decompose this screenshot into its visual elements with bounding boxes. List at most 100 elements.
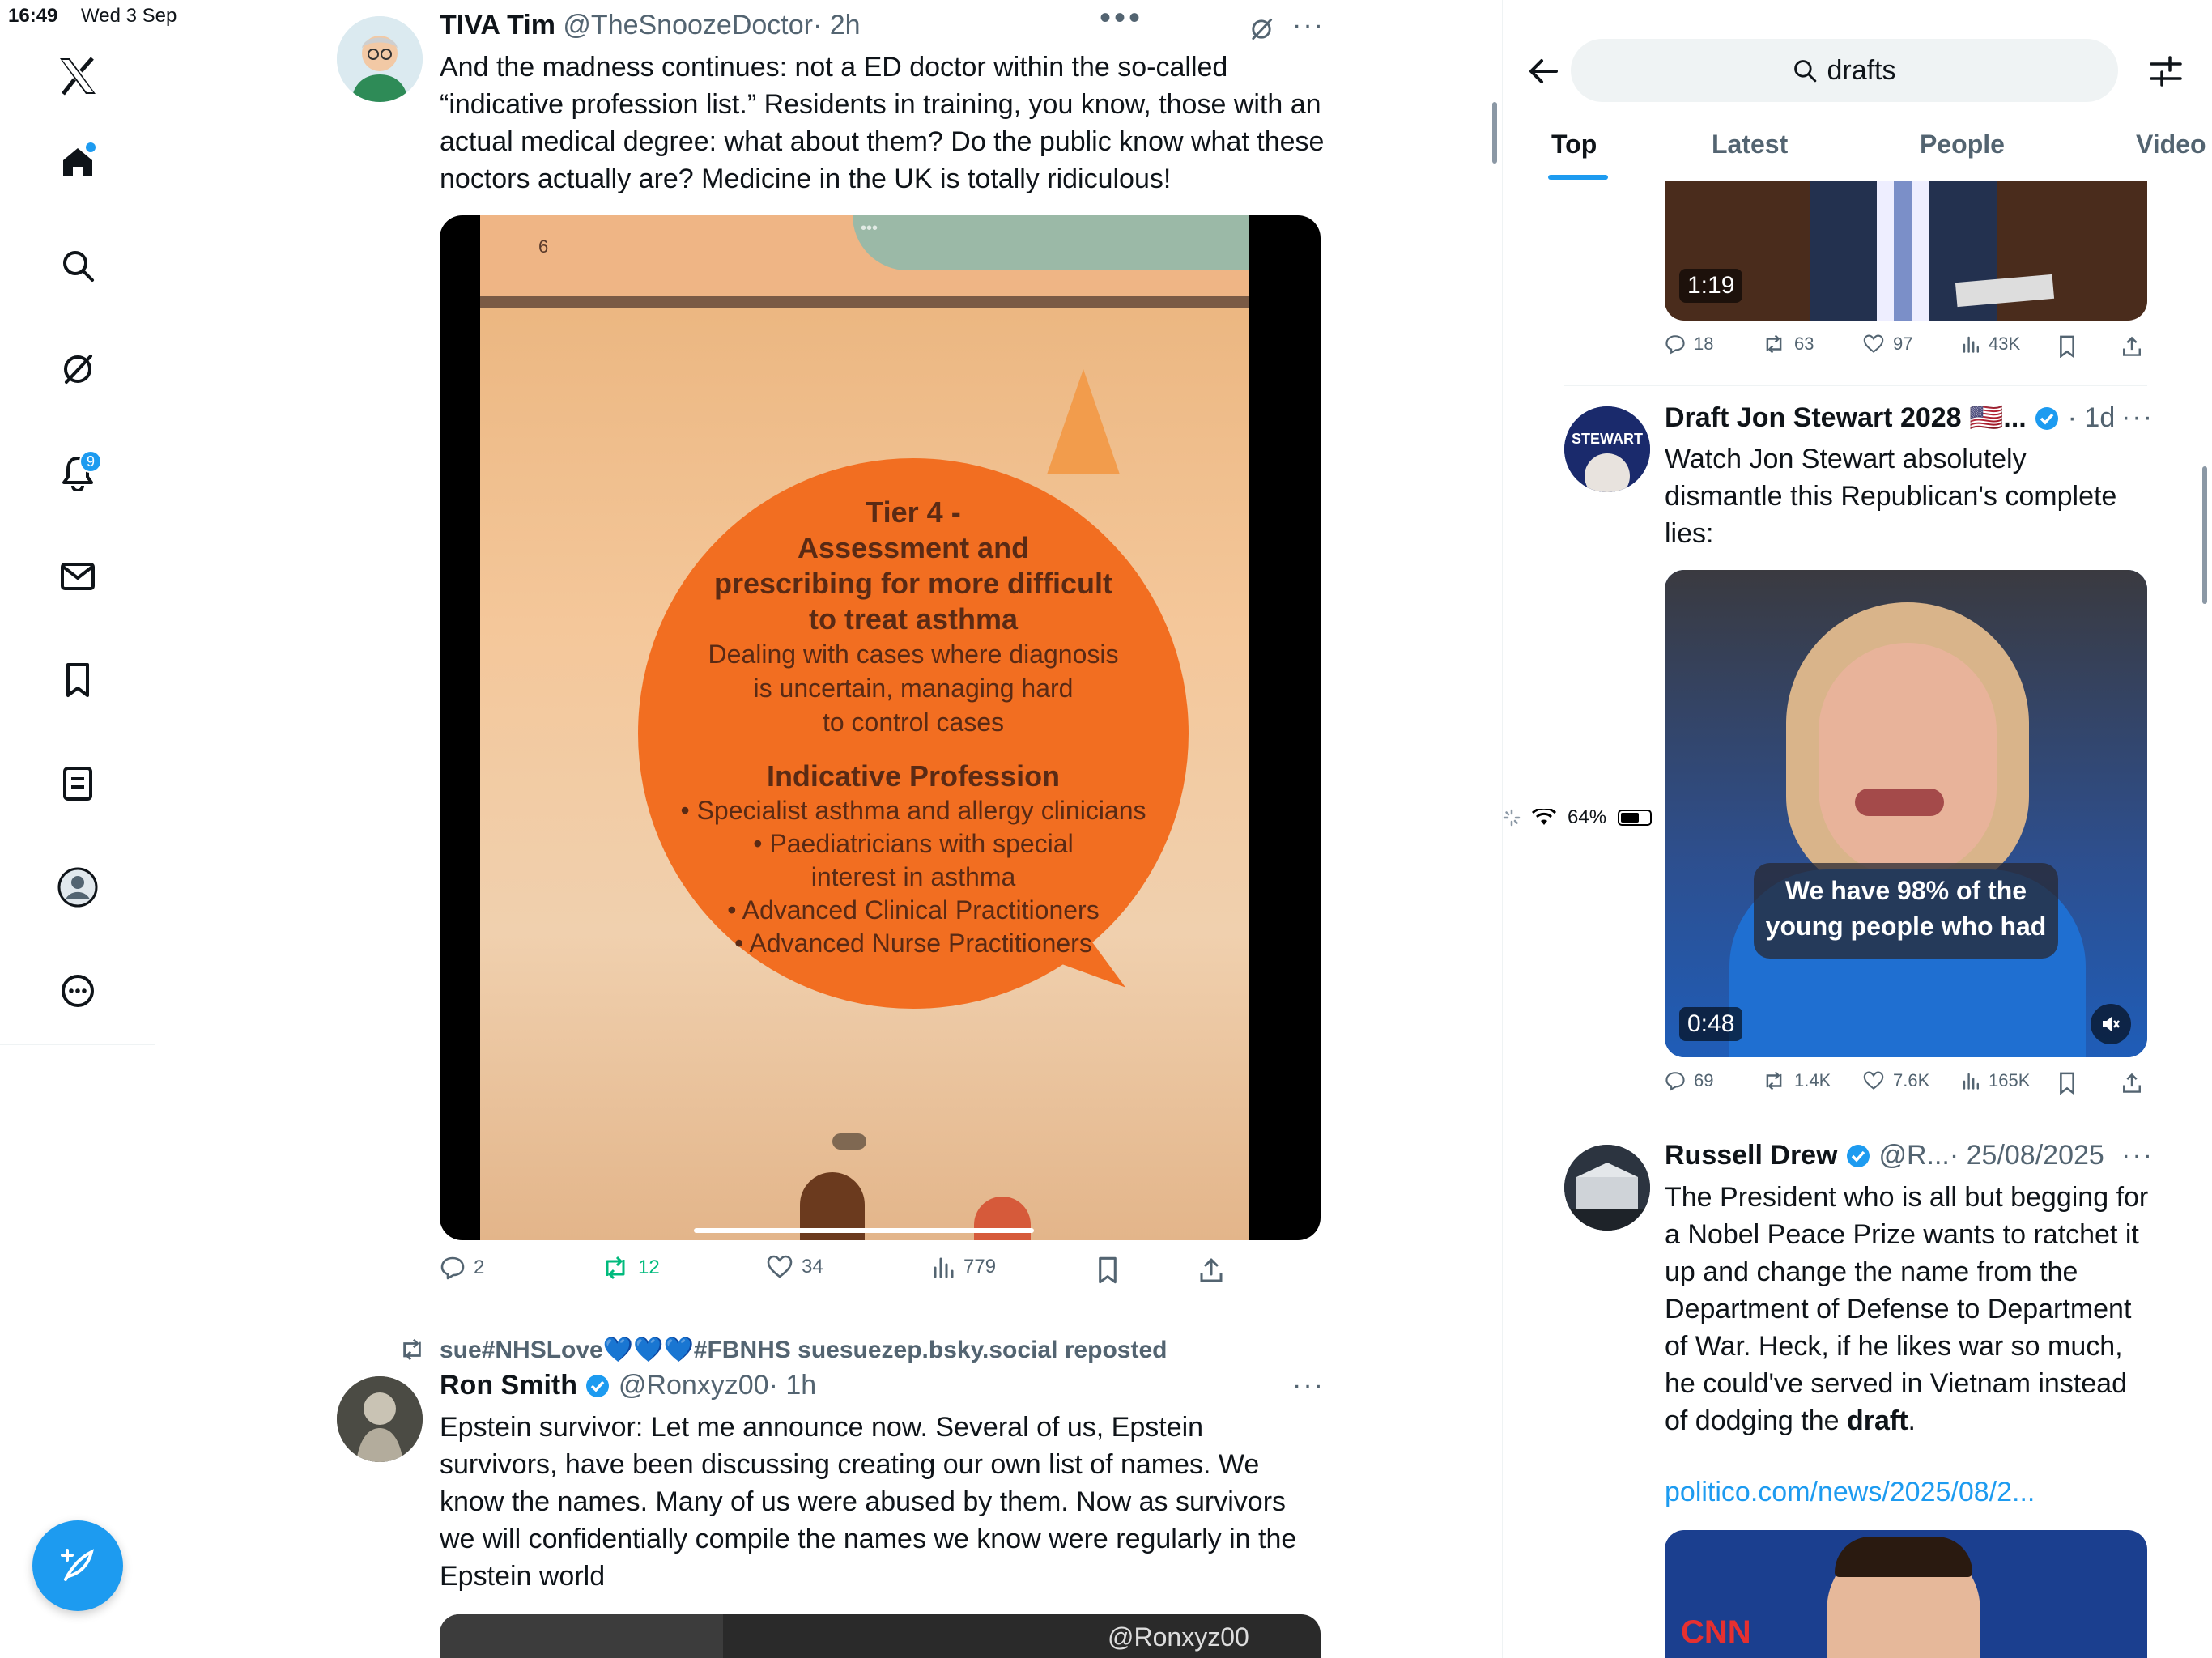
result-header: Russell Drew @R...· 25/08/2025	[1665, 1140, 2104, 1171]
author-name[interactable]: TIVA Tim	[440, 10, 555, 40]
result-avatar[interactable]: STEWART	[1564, 406, 1650, 492]
author-handle[interactable]: @Ronxyz00	[619, 1370, 769, 1401]
search-scrollbar[interactable]	[2202, 466, 2207, 604]
mute-button[interactable]	[2091, 1004, 2131, 1044]
repost-icon	[1766, 1071, 1782, 1090]
author-name[interactable]: Russell Drew	[1665, 1140, 1838, 1171]
multitask-handle-icon[interactable]: •••	[1100, 2, 1143, 34]
tweet-avatar[interactable]	[337, 16, 423, 102]
tweet-more-icon[interactable]: ···	[2121, 402, 2154, 433]
views-count: 43K	[1989, 334, 2021, 354]
like-button[interactable]: 7.6K	[1862, 1070, 1929, 1091]
tweet-avatar[interactable]	[337, 1376, 423, 1462]
more-circle-icon	[62, 975, 94, 1007]
nav-home[interactable]	[53, 138, 102, 186]
views-chart-icon	[934, 1257, 954, 1278]
poster-title-1: Tier 4 -	[866, 495, 961, 529]
nav-profile[interactable]	[53, 863, 102, 912]
tweet-media-image[interactable]: 6 Tier 4 - Assessment and prescribing fo…	[440, 215, 1321, 1240]
share-icon[interactable]	[2121, 335, 2142, 358]
tab-top[interactable]: Top	[1551, 130, 1597, 159]
repost-button[interactable]: 63	[1762, 334, 1814, 355]
compose-feather-icon	[61, 1549, 94, 1581]
author-name[interactable]: Draft Jon Stewart 2028	[1665, 402, 1962, 433]
tweet-link[interactable]: politico.com/news/2025/08/2...	[1665, 1477, 2035, 1508]
reply-button[interactable]: 18	[1665, 334, 1713, 355]
verified-badge-icon	[2035, 407, 2059, 430]
compose-button[interactable]	[32, 1520, 123, 1611]
nav-more[interactable]	[53, 967, 102, 1015]
grok-explain-icon[interactable]	[1249, 16, 1274, 42]
like-button[interactable]: 34	[766, 1255, 823, 1279]
back-arrow-icon[interactable]	[1527, 57, 1559, 86]
views-button[interactable]: 165K	[1961, 1070, 2030, 1091]
tweet-text: Watch Jon Stewart absolutely dismantle t…	[1665, 444, 2117, 549]
tweet-text-part: The President who is all but begging for…	[1665, 1182, 2149, 1436]
nav-messages[interactable]	[53, 552, 102, 601]
x-logo-icon[interactable]	[53, 52, 102, 100]
tweet-time[interactable]: · 1d	[2068, 402, 2116, 433]
like-button[interactable]: 97	[1862, 334, 1912, 355]
nav-lists[interactable]	[53, 759, 102, 808]
active-tab-indicator	[1548, 175, 1608, 180]
poster-title-2: Assessment and	[797, 531, 1030, 564]
tweet-more-icon[interactable]: ···	[1292, 10, 1325, 41]
repost-count: 12	[638, 1256, 660, 1278]
result-avatar[interactable]	[1564, 1145, 1650, 1231]
search-tabs: Top Latest People Video	[1503, 110, 2212, 181]
left-nav-rail: 9	[0, 32, 155, 1658]
nav-bookmarks[interactable]	[53, 656, 102, 704]
bookmark-icon[interactable]	[1096, 1256, 1119, 1284]
views-chart-icon	[1963, 1073, 1979, 1090]
search-input[interactable]: drafts	[1571, 39, 2118, 102]
author-name[interactable]: Ron Smith	[440, 1370, 577, 1401]
repost-icon	[1766, 334, 1782, 354]
search-result-video[interactable]: 1:19	[1665, 181, 2147, 321]
list-icon	[63, 767, 92, 801]
rail-divider	[0, 1044, 155, 1045]
tweet-time[interactable]: · 25/08/2025	[1950, 1140, 2104, 1171]
asthma-poster: 6 Tier 4 - Assessment and prescribing fo…	[480, 215, 1249, 1240]
link-preview-image[interactable]: CNN	[1665, 1530, 2147, 1658]
tweet-header: TIVA Tim @TheSnoozeDoctor· 2h	[440, 10, 861, 41]
repost-button[interactable]: 12	[601, 1255, 660, 1281]
search-filter-icon[interactable]	[2149, 55, 2183, 87]
views-count: 779	[963, 1256, 997, 1278]
author-handle[interactable]: @R...	[1878, 1140, 1949, 1171]
tweet-time[interactable]: · 2h	[813, 10, 861, 40]
tab-people[interactable]: People	[1920, 130, 2005, 159]
repost-button[interactable]: 1.4K	[1762, 1070, 1831, 1091]
reply-button[interactable]: 69	[1665, 1070, 1713, 1091]
video-duration: 1:19	[1679, 269, 1743, 303]
reply-button[interactable]: 2	[440, 1255, 484, 1281]
verified-badge-icon	[1846, 1145, 1870, 1167]
share-icon[interactable]	[1198, 1256, 1224, 1284]
poster-list-1: • Specialist asthma and allergy clinicia…	[680, 796, 1146, 825]
search-result-video[interactable]: We have 98% of the young people who had …	[1665, 570, 2147, 1057]
author-handle[interactable]: @TheSnoozeDoctor	[563, 10, 813, 40]
bookmark-icon[interactable]	[2058, 335, 2076, 358]
tweet-media-image[interactable]: @Ronxyz00	[440, 1614, 1321, 1658]
tab-video[interactable]: Video	[2136, 130, 2206, 159]
tweet-more-icon[interactable]: ···	[1292, 1370, 1325, 1401]
nav-grok[interactable]	[53, 345, 102, 393]
tweet-time[interactable]: · 1h	[769, 1370, 817, 1401]
result-header: Draft Jon Stewart 2028 🇺🇸... · 1d	[1665, 402, 2115, 434]
poster-list-title: Indicative Profession	[766, 759, 1061, 793]
nav-explore[interactable]	[53, 241, 102, 290]
page-dots	[832, 1133, 866, 1150]
tweet-more-icon[interactable]: ···	[2121, 1140, 2154, 1171]
nav-notifications[interactable]: 9	[53, 449, 102, 497]
repost-icon	[606, 1256, 625, 1280]
repost-label[interactable]: sue#NHSLove💙💙💙#FBNHS suesuezep.bsky.soci…	[440, 1336, 1167, 1364]
views-button[interactable]: 43K	[1961, 334, 2020, 355]
bookmark-icon[interactable]	[2058, 1072, 2076, 1095]
result-separator	[1564, 385, 2147, 386]
timeline-scrollbar[interactable]	[1492, 102, 1497, 164]
tab-latest[interactable]: Latest	[1712, 130, 1788, 159]
tweet-header: Ron Smith @Ronxyz00· 1h	[440, 1370, 816, 1401]
views-button[interactable]: 779	[931, 1255, 996, 1279]
poster-text: Tier 4 - Assessment and prescribing for …	[598, 495, 1229, 960]
share-icon[interactable]	[2121, 1072, 2142, 1095]
media-watermark: @Ronxyz00	[1108, 1622, 1249, 1652]
